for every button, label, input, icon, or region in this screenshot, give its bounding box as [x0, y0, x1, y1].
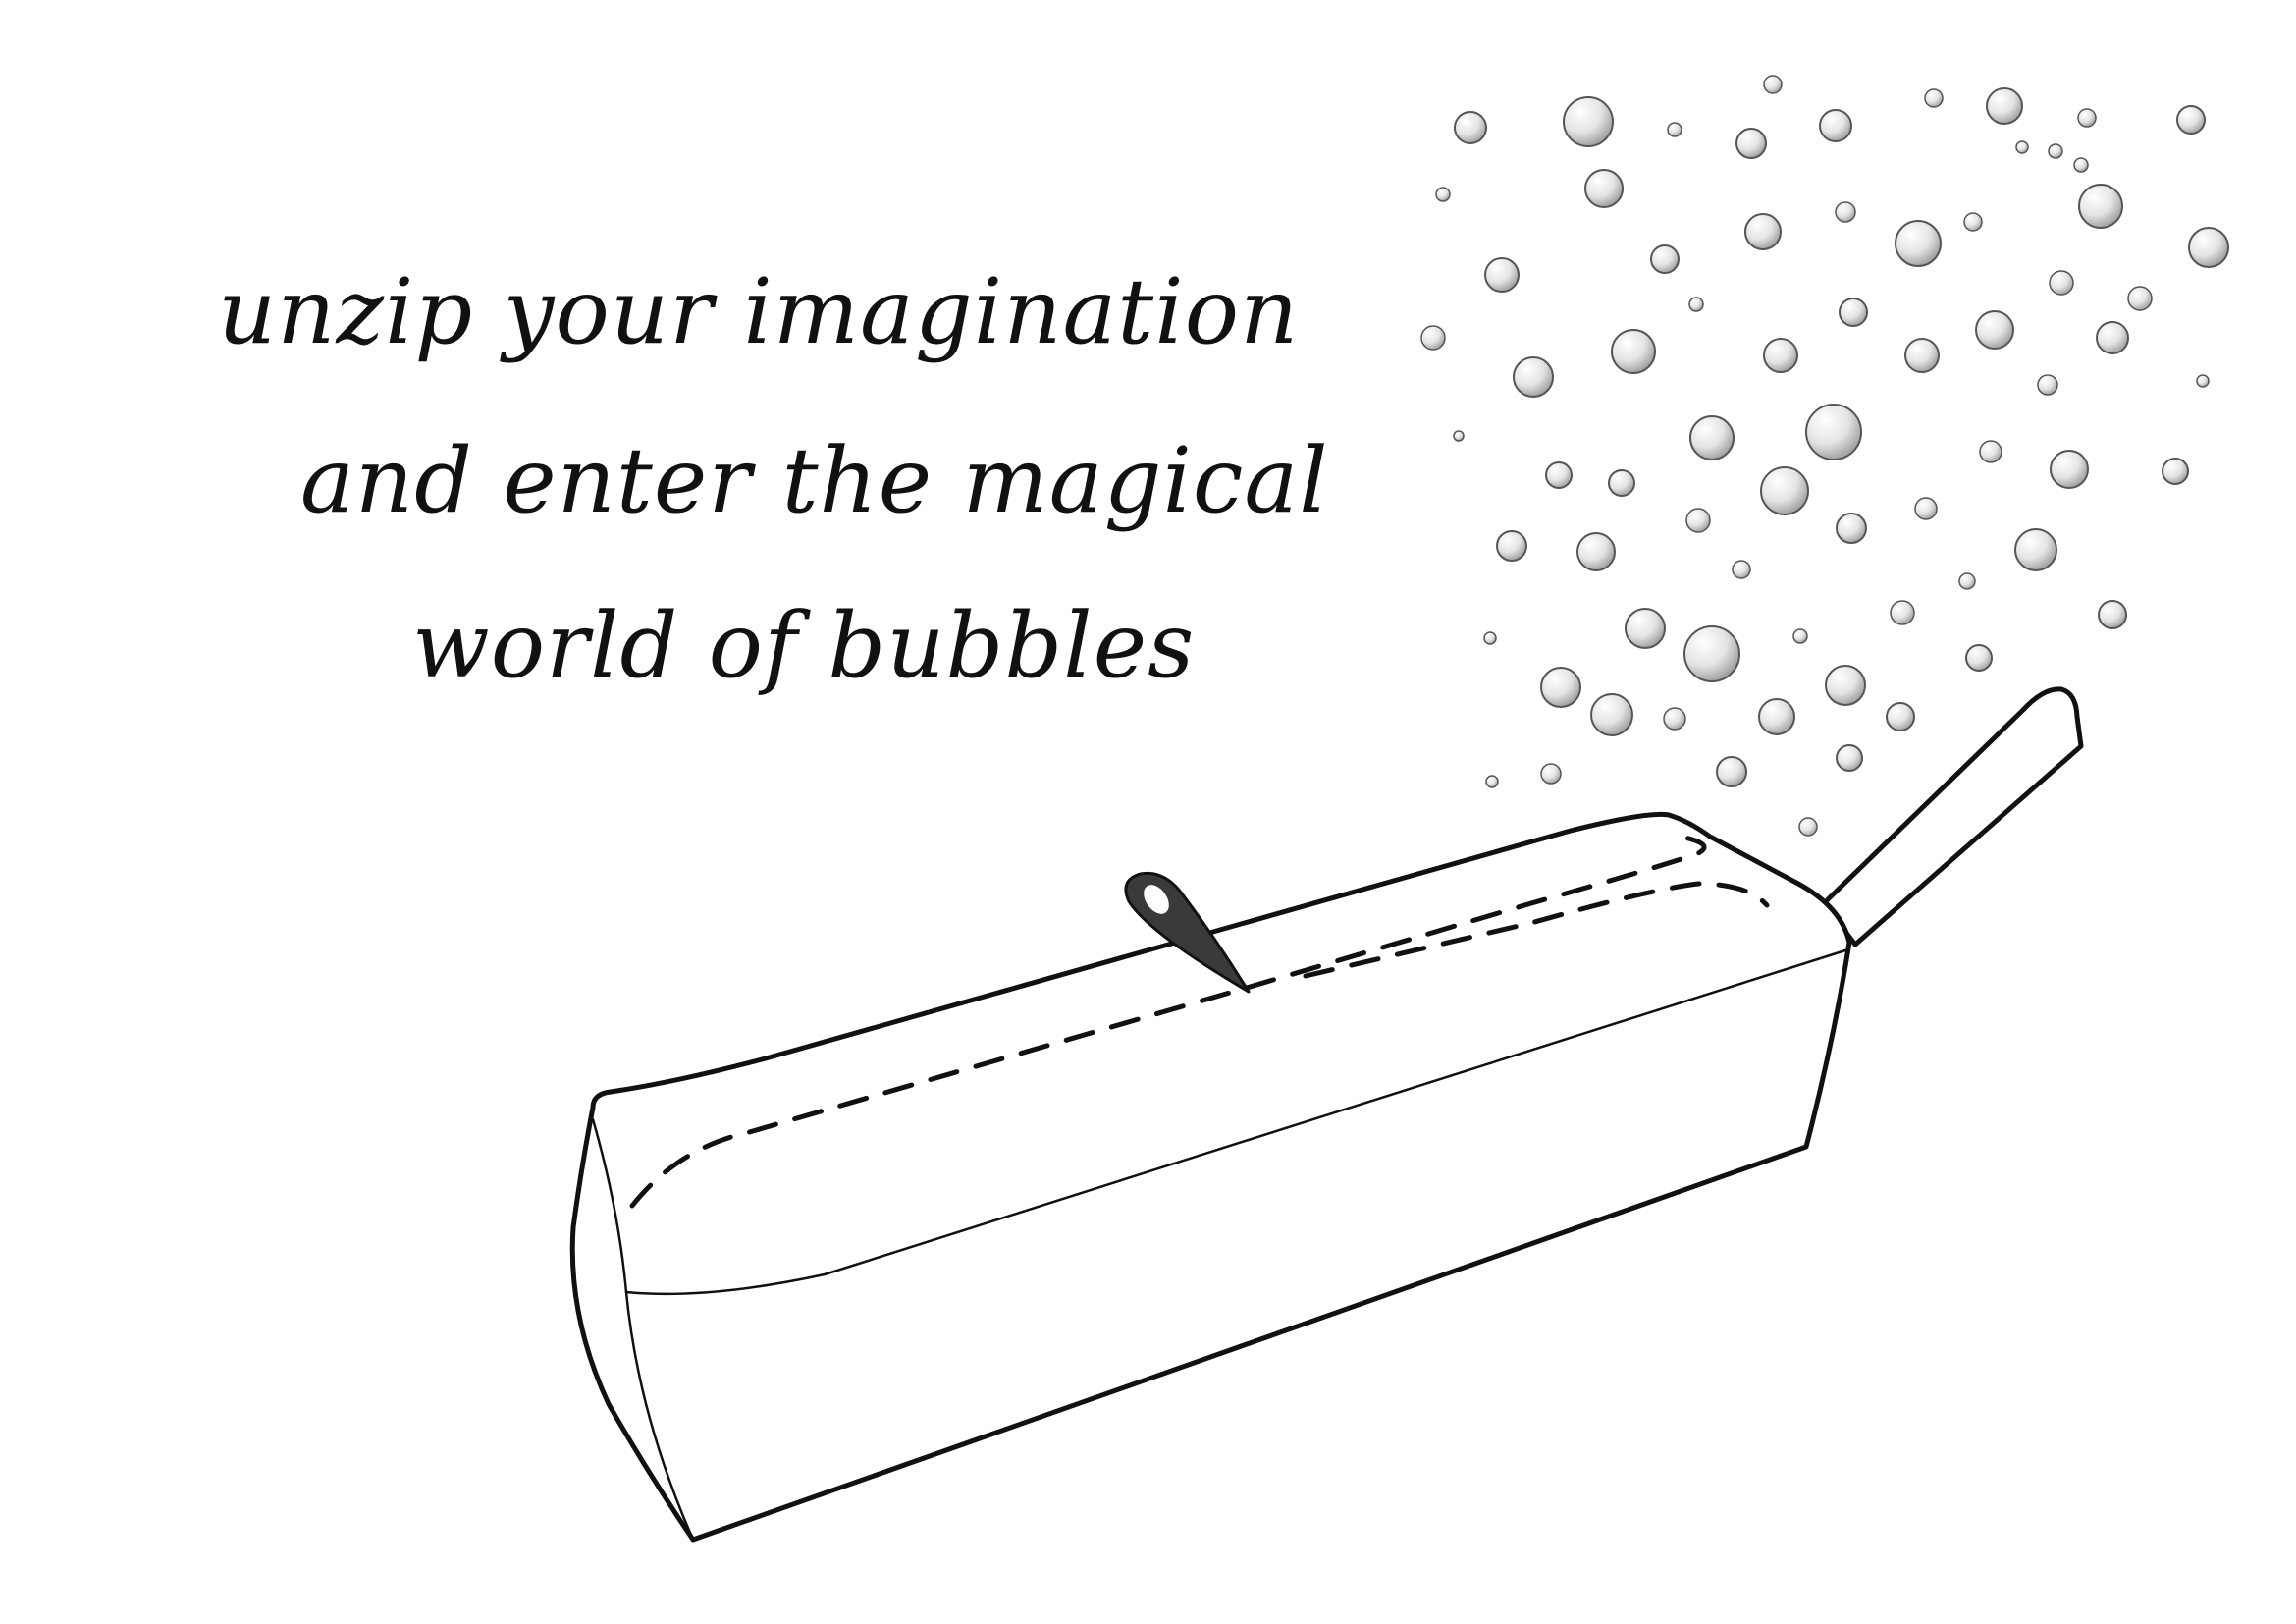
bubble: [1663, 707, 1686, 731]
bubble: [1496, 530, 1527, 562]
bubble: [1732, 560, 1751, 579]
bubble: [2050, 450, 2089, 489]
bubble: [1435, 187, 1451, 202]
bubble: [1805, 404, 1862, 460]
bubble: [1763, 75, 1783, 94]
bubble: [2049, 270, 2074, 296]
bubble: [1576, 532, 1616, 571]
bubble: [1758, 698, 1795, 735]
bubble: [1611, 329, 1656, 374]
bubble: [1835, 201, 1856, 223]
bubble: [2196, 374, 2210, 388]
bubble: [2188, 227, 2229, 268]
case-strap: [1821, 686, 2084, 947]
bubble: [1963, 212, 1983, 232]
bubble: [1979, 440, 2002, 463]
bubble: [2162, 458, 2189, 485]
bubble: [1836, 744, 1863, 772]
bubble: [1540, 667, 1581, 708]
bubble: [1608, 469, 1635, 497]
bubble: [1716, 756, 1747, 787]
bubble: [1584, 169, 1624, 208]
bubble: [1904, 338, 1940, 373]
bubble: [1590, 693, 1633, 736]
bubble: [1965, 644, 1993, 672]
bubble: [1454, 111, 1487, 144]
bubble: [1836, 513, 1867, 544]
bubble: [1744, 213, 1782, 250]
bubble: [1819, 109, 1852, 142]
bubble: [1924, 88, 1944, 108]
bubble: [1453, 430, 1465, 442]
bubble: [1688, 297, 1704, 312]
bubble: [1485, 775, 1499, 788]
bubble: [2073, 157, 2089, 173]
bubble: [1563, 96, 1614, 147]
bubble: [1689, 415, 1735, 460]
bubble: [1895, 220, 1942, 267]
bubble: [2048, 143, 2063, 159]
bubble: [1685, 508, 1711, 533]
bubble: [1975, 310, 2014, 350]
bubble: [1839, 298, 1868, 327]
bubble: [2078, 184, 2123, 229]
bubble: [2015, 140, 2029, 154]
bubble: [2037, 374, 2058, 396]
bubble: [1914, 497, 1938, 520]
bubble: [2014, 528, 2057, 571]
bubble: [1986, 87, 2023, 125]
bubble: [1484, 257, 1520, 293]
bubbles-group: [1420, 75, 2229, 837]
bubble: [2127, 286, 2153, 311]
bubble: [2096, 321, 2129, 354]
bubble: [1545, 461, 1573, 489]
bubble: [1650, 244, 1680, 274]
bubble: [1890, 600, 1915, 625]
bubble: [1825, 665, 1866, 706]
bubble: [1420, 325, 1446, 351]
bubble: [1886, 702, 1915, 731]
pencil-case: [569, 686, 2084, 1543]
bubble: [2098, 600, 2127, 629]
bubble: [1763, 338, 1798, 373]
caption-line-1: unzip your imagination: [218, 259, 1300, 364]
caption-line-2: and enter the magical: [300, 428, 1329, 533]
bubble: [1513, 356, 1554, 398]
bubble: [2176, 105, 2206, 135]
bubble: [2077, 108, 2097, 128]
bubble: [1760, 466, 1809, 515]
caption-line-3: world of bubbles: [412, 593, 1196, 698]
bubble: [1958, 572, 1976, 590]
bubble: [1540, 763, 1562, 785]
bubble: [1792, 628, 1808, 644]
bubble: [1625, 608, 1666, 649]
bubble: [1735, 128, 1767, 159]
case-body-outline: [569, 811, 1852, 1543]
bubble: [1483, 631, 1497, 645]
illustration-page: unzip your imagination and enter the mag…: [0, 0, 2296, 1624]
bubble: [1667, 122, 1682, 137]
bubble: [1683, 625, 1740, 682]
bubble: [1798, 817, 1818, 837]
pencil-case-drawing: [569, 75, 2229, 1543]
